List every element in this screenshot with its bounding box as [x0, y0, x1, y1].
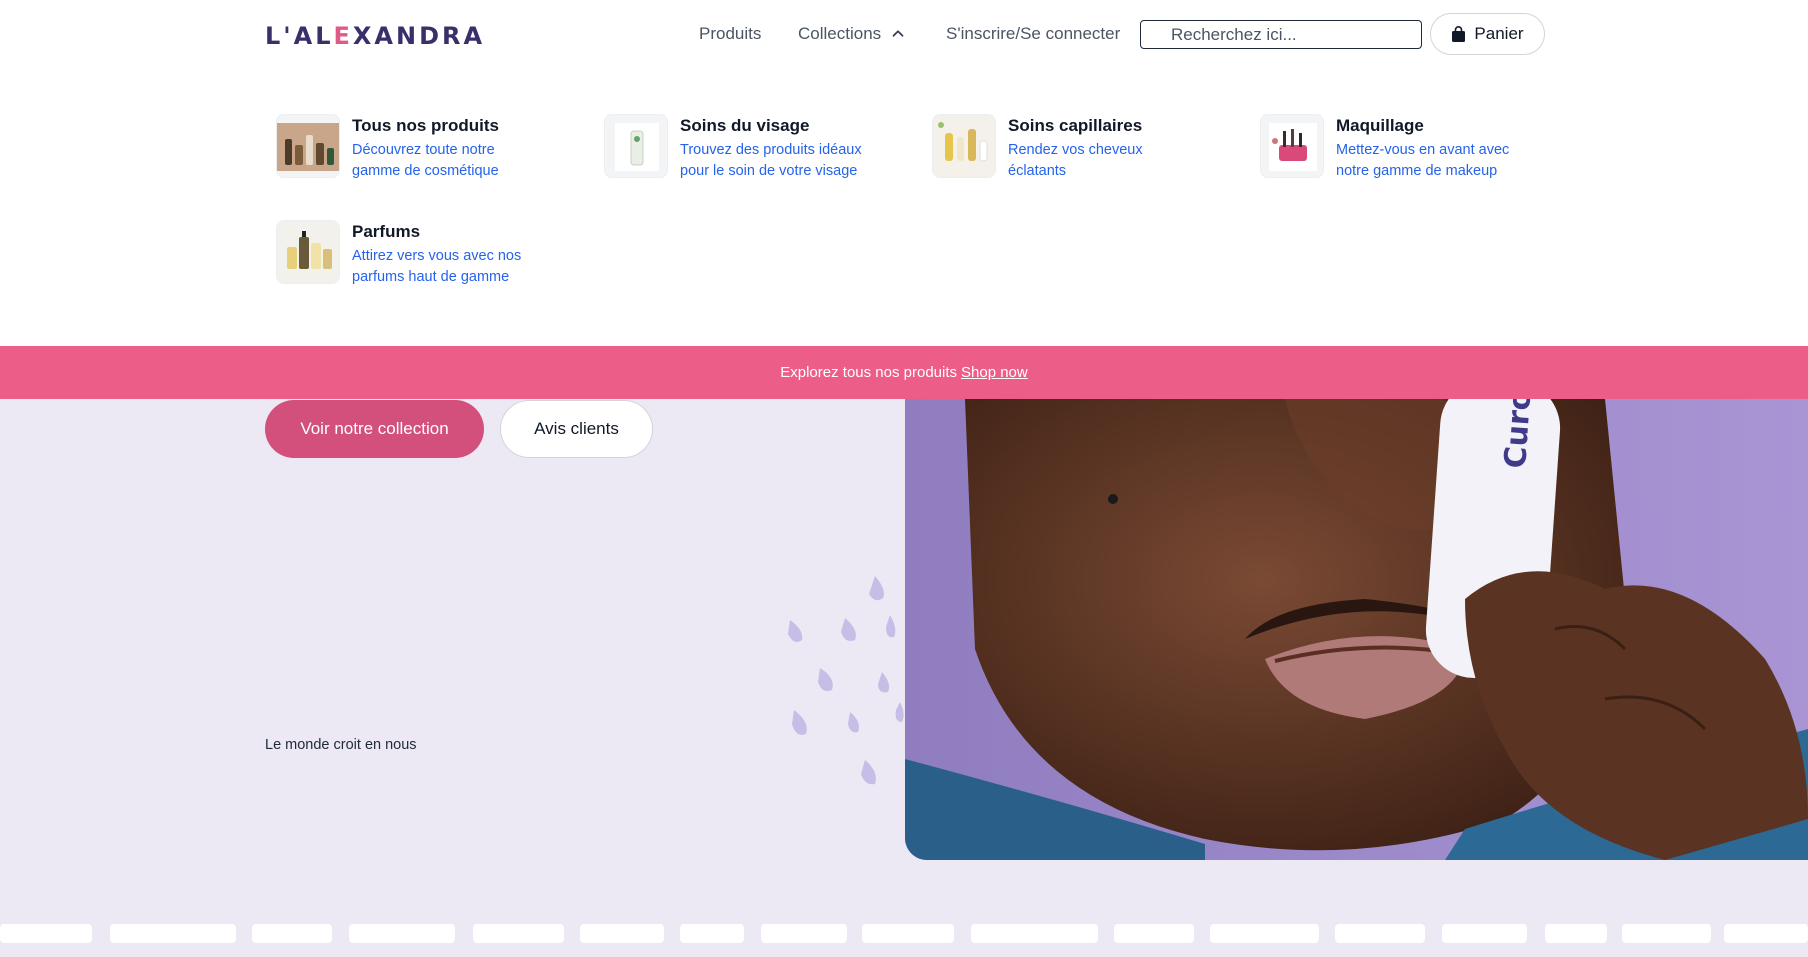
strip-item: [761, 924, 847, 943]
menu-item-tous-nos-produits[interactable]: Tous nos produits Découvrez toute notre …: [276, 114, 542, 182]
nav-login[interactable]: S'inscrire/Se connecter: [946, 22, 1120, 46]
cart-button[interactable]: Panier: [1430, 13, 1545, 55]
menu-item-soins-capillaires[interactable]: Soins capillaires Rendez vos cheveux écl…: [932, 114, 1198, 182]
menu-item-description: Mettez-vous en avant avec notre gamme de…: [1336, 142, 1510, 179]
strip-item: [252, 924, 332, 943]
customer-reviews-button[interactable]: Avis clients: [500, 400, 653, 458]
products-thumbnail: [276, 114, 340, 178]
strip-item: [1442, 924, 1527, 943]
chevron-up-icon: [892, 30, 904, 37]
strip-item: [1622, 924, 1711, 943]
menu-item-description: Attirez vers vous avec nos parfums haut …: [352, 248, 522, 285]
site-header: L'ALEXANDRA Produits Collections S'inscr…: [0, 0, 1808, 346]
hero-image: Curolog: [905, 399, 1808, 860]
nav-collections[interactable]: Collections: [798, 22, 907, 46]
nav-produits[interactable]: Produits: [699, 22, 761, 46]
menu-item-title: Soins capillaires: [1008, 116, 1143, 135]
perfume-thumbnail: [276, 220, 340, 284]
strip-item: [1335, 924, 1425, 943]
trust-text: Le monde croit en nous: [265, 737, 417, 753]
face-care-thumbnail: [604, 114, 668, 178]
strip-item: [1724, 924, 1808, 943]
promo-banner: Explorez tous nos produits Shop now: [0, 346, 1808, 399]
menu-item-parfums[interactable]: Parfums Attirez vers vous avec nos parfu…: [276, 220, 542, 288]
banner-text: Explorez tous nos produits: [780, 364, 958, 381]
menu-item-description: Trouvez des produits idéaux pour le soin…: [680, 142, 862, 179]
menu-item-title: Soins du visage: [680, 116, 810, 135]
strip-item: [971, 924, 1098, 943]
strip-item: [473, 924, 564, 943]
search-input[interactable]: [1140, 20, 1422, 49]
menu-item-maquillage[interactable]: Maquillage Mettez-vous en avant avec not…: [1260, 114, 1526, 182]
menu-item-description: Rendez vos cheveux éclatants: [1008, 142, 1143, 179]
shop-now-link[interactable]: Shop now: [961, 364, 1028, 381]
strip-item: [680, 924, 744, 943]
shopping-bag-icon: [1452, 26, 1466, 42]
makeup-thumbnail: [1260, 114, 1324, 178]
menu-item-title: Tous nos produits: [352, 116, 500, 135]
strip-item: [1210, 924, 1319, 943]
strip-item: [349, 924, 455, 943]
menu-item-soins-du-visage[interactable]: Soins du visage Trouvez des produits idé…: [604, 114, 870, 182]
view-collection-button[interactable]: Voir notre collection: [265, 400, 484, 458]
strip-item: [1545, 924, 1607, 943]
strip-item: [862, 924, 954, 943]
menu-item-title: Parfums: [352, 222, 421, 241]
strip-item: [0, 924, 92, 943]
strip-item: [1114, 924, 1194, 943]
menu-item-title: Maquillage: [1336, 116, 1424, 135]
strip-item: [110, 924, 236, 943]
site-logo[interactable]: L'ALEXANDRA: [265, 22, 485, 50]
menu-item-description: Découvrez toute notre gamme de cosmétiqu…: [352, 142, 499, 179]
hair-care-thumbnail: [932, 114, 996, 178]
logo-strip: [0, 924, 1808, 943]
strip-item: [580, 924, 664, 943]
decorative-drops: [788, 576, 904, 785]
